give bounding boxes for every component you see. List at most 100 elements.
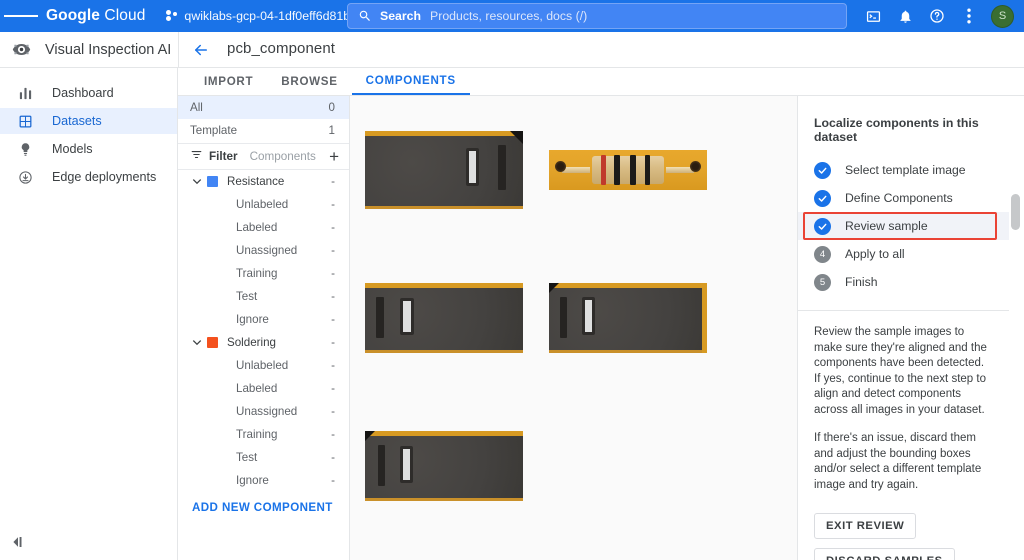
filter-subitem-test[interactable]: Test - xyxy=(178,285,349,308)
chevron-down-icon[interactable] xyxy=(190,338,203,348)
pcb-chip-thumbnail-5[interactable] xyxy=(549,392,707,540)
component-group-resistance[interactable]: Resistance - xyxy=(178,170,349,193)
product-name: Visual Inspection AI xyxy=(45,41,172,58)
plus-icon[interactable]: + xyxy=(329,148,339,165)
step-label: Define Components xyxy=(845,191,953,205)
filter-count-all-value: 0 xyxy=(328,101,335,114)
check-icon xyxy=(814,161,831,179)
step-label: Select template image xyxy=(845,163,966,177)
filter-subitem-label: Training xyxy=(236,267,278,280)
filter-input[interactable]: Components xyxy=(250,150,329,163)
filter-subitem-label: Test xyxy=(236,290,258,303)
filter-subitem-training[interactable]: Training - xyxy=(178,423,349,446)
filter-count-template[interactable]: Template 1 xyxy=(178,119,349,142)
sidebar-item-dashboard[interactable]: Dashboard xyxy=(0,80,177,106)
check-icon xyxy=(814,189,831,207)
filter-subitem-value: - xyxy=(331,313,335,326)
help-icon[interactable] xyxy=(922,1,952,31)
filter-subitem-labeled[interactable]: Labeled - xyxy=(178,377,349,400)
collapse-sidebar-icon[interactable] xyxy=(12,536,26,548)
exit-review-button[interactable]: EXIT REVIEW xyxy=(814,513,917,539)
filter-count-template-value: 1 xyxy=(328,124,335,137)
sidebar-item-models[interactable]: Models xyxy=(0,136,177,162)
pcb-chip-thumbnail-1[interactable] xyxy=(365,96,523,244)
step-finish[interactable]: 5 Finish xyxy=(798,268,1009,296)
project-selector[interactable]: qwiklabs-gcp-04-1df0eff6d81b xyxy=(162,4,370,28)
sidebar-item-label: Datasets xyxy=(52,114,102,128)
review-side-panel: Localize components in this dataset Sele… xyxy=(797,96,1009,560)
filter-subitem-unlabeled[interactable]: Unlabeled - xyxy=(178,354,349,377)
component-color-swatch xyxy=(207,337,218,348)
thumbnail-image xyxy=(549,150,707,190)
component-group-value: - xyxy=(331,336,335,349)
google-cloud-logo[interactable]: Google Cloud xyxy=(46,7,145,25)
notifications-bell-icon[interactable] xyxy=(890,1,920,31)
sidebar-item-edge-deployments[interactable]: Edge deployments xyxy=(0,164,177,190)
tab-bar: IMPORT BROWSE COMPONENTS xyxy=(178,68,1024,96)
filter-subitem-value: - xyxy=(331,244,335,257)
top-bar-actions: S xyxy=(858,0,1018,32)
search-bar[interactable]: Search Products, resources, docs (/) xyxy=(347,3,847,29)
filter-subitem-test[interactable]: Test - xyxy=(178,446,349,469)
filter-subitem-labeled[interactable]: Labeled - xyxy=(178,216,349,239)
component-group-soldering[interactable]: Soldering - xyxy=(178,331,349,354)
filter-subitem-value: - xyxy=(331,428,335,441)
tab-import[interactable]: IMPORT xyxy=(190,68,267,95)
page-scrollbar-track[interactable] xyxy=(1011,96,1022,560)
filter-subitem-label: Unlabeled xyxy=(236,359,289,372)
step-define-components[interactable]: Define Components xyxy=(798,184,1009,212)
sidebar-item-label: Edge deployments xyxy=(52,170,157,184)
avatar[interactable]: S xyxy=(991,4,1014,28)
page-scrollbar-thumb[interactable] xyxy=(1011,194,1020,230)
filter-subitem-ignore[interactable]: Ignore - xyxy=(178,469,349,492)
thumbnail-image xyxy=(365,131,523,209)
project-icon xyxy=(166,10,179,22)
step-apply-to-all[interactable]: 4 Apply to all xyxy=(798,240,1009,268)
filter-subitem-label: Ignore xyxy=(236,313,269,326)
filter-count-all[interactable]: All 0 xyxy=(178,96,349,119)
filter-icon[interactable] xyxy=(190,148,203,166)
filter-subitem-label: Labeled xyxy=(236,221,278,234)
step-select-template-image[interactable]: Select template image xyxy=(798,156,1009,184)
filter-subitem-value: - xyxy=(331,451,335,464)
component-group-label: Soldering xyxy=(227,336,276,349)
chevron-down-icon[interactable] xyxy=(190,177,203,187)
sidebar-item-label: Dashboard xyxy=(52,86,114,100)
localize-stepper-card: Localize components in this dataset Sele… xyxy=(798,96,1009,311)
step-number-badge: 4 xyxy=(814,245,831,263)
more-options-icon[interactable] xyxy=(954,1,984,31)
filter-subitem-training[interactable]: Training - xyxy=(178,262,349,285)
add-new-component-button[interactable]: ADD NEW COMPONENT xyxy=(178,501,349,514)
review-instructions: Review the sample images to make sure th… xyxy=(798,311,1009,493)
search-input[interactable]: Products, resources, docs (/) xyxy=(430,9,587,23)
pcb-chip-thumbnail-2[interactable] xyxy=(365,244,523,392)
cloud-shell-icon[interactable] xyxy=(858,1,888,31)
filter-subitem-ignore[interactable]: Ignore - xyxy=(178,308,349,331)
tab-components[interactable]: COMPONENTS xyxy=(351,67,470,95)
pcb-chip-thumbnail-4[interactable] xyxy=(365,392,523,540)
thumbnail-image xyxy=(365,431,523,501)
filter-subitem-label: Ignore xyxy=(236,474,269,487)
sample-image-gallery xyxy=(350,96,797,560)
sidebar: Dashboard Datasets Models Edge deploymen… xyxy=(0,68,178,560)
search-label: Search xyxy=(380,9,422,23)
brand-google: Google xyxy=(46,7,100,24)
discard-samples-button[interactable]: DISCARD SAMPLES xyxy=(814,548,955,560)
back-arrow-icon[interactable] xyxy=(190,39,212,61)
pcb-resistor-thumbnail-1[interactable] xyxy=(549,96,707,244)
components-filter-panel: All 0 Template 1 Filter Components + Res… xyxy=(178,96,350,560)
filter-subitem-unassigned[interactable]: Unassigned - xyxy=(178,239,349,262)
step-review-sample[interactable]: Review sample xyxy=(798,212,1009,240)
hamburger-icon[interactable] xyxy=(4,0,38,32)
pcb-chip-thumbnail-3[interactable] xyxy=(549,244,707,392)
project-name: qwiklabs-gcp-04-1df0eff6d81b xyxy=(184,9,351,23)
sidebar-item-label: Models xyxy=(52,142,93,156)
sidebar-item-datasets[interactable]: Datasets xyxy=(0,108,177,134)
step-number-badge: 5 xyxy=(814,273,831,291)
filter-subitem-unlabeled[interactable]: Unlabeled - xyxy=(178,193,349,216)
filter-subitem-label: Training xyxy=(236,428,278,441)
filter-subitem-unassigned[interactable]: Unassigned - xyxy=(178,400,349,423)
filter-subitem-value: - xyxy=(331,290,335,303)
tab-browse[interactable]: BROWSE xyxy=(267,68,351,95)
header-divider xyxy=(178,32,179,68)
